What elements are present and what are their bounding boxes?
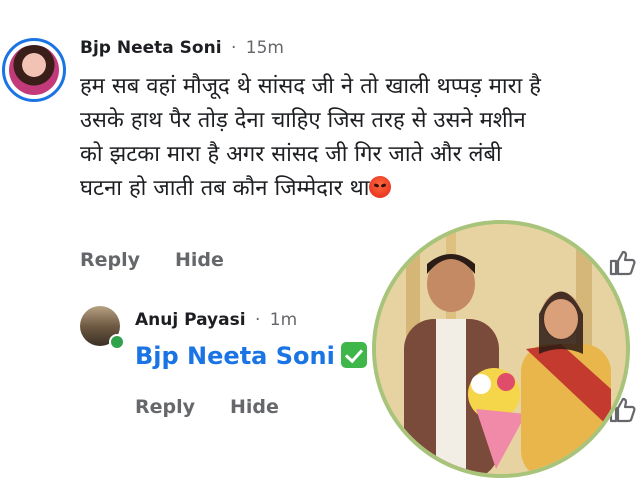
comment-text: हम सब वहां मौजूद थे सांसद जी ने तो खाली … <box>80 74 541 201</box>
overlay-photo <box>372 220 630 478</box>
reply-body: Bjp Neeta Soni <box>135 342 367 370</box>
mention-link[interactable]: Bjp Neeta Soni <box>135 342 335 370</box>
reply-reply-button[interactable]: Reply <box>135 396 195 418</box>
online-status-icon <box>109 334 125 350</box>
commenter-avatar-photo <box>9 45 59 95</box>
comment-hide-button[interactable]: Hide <box>175 249 224 271</box>
overlay-photo-illustration <box>376 224 626 474</box>
reply-timestamp[interactable]: 1m <box>270 310 297 330</box>
comment-author-name[interactable]: Bjp Neeta Soni <box>80 38 222 58</box>
reply-header: Anuj Payasi · 1m <box>135 310 297 330</box>
check-mark-icon <box>340 342 367 368</box>
reply-author-name[interactable]: Anuj Payasi <box>135 310 246 330</box>
comment-header: Bjp Neeta Soni · 15m <box>80 38 284 58</box>
like-icon[interactable] <box>608 248 638 278</box>
commenter-avatar[interactable] <box>2 38 66 102</box>
reply-separator: · <box>254 310 261 330</box>
comment-separator: · <box>230 38 237 58</box>
comment-body: हम सब वहां मौजूद थे सांसद जी ने तो खाली … <box>80 70 640 206</box>
comment-timestamp[interactable]: 15m <box>246 38 284 58</box>
reply-hide-button[interactable]: Hide <box>230 396 279 418</box>
angry-face-icon <box>369 176 392 198</box>
comment-reply-button[interactable]: Reply <box>80 249 140 271</box>
